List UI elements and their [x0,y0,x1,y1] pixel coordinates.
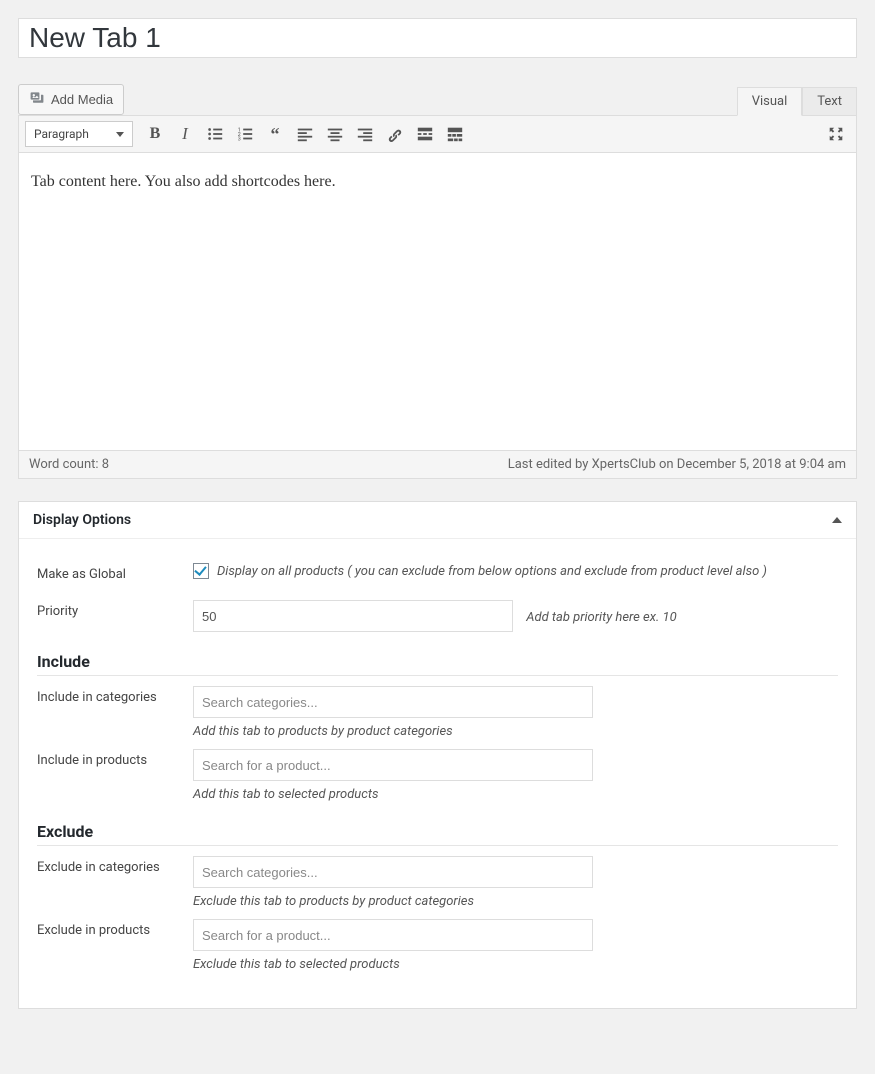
add-media-button[interactable]: Add Media [18,84,124,115]
editor-toolbar: Paragraph B I 123 “ [18,115,857,153]
exclude-categories-label: Exclude in categories [37,856,193,875]
editor-footer: Word count: 8 Last edited by XpertsClub … [18,451,857,479]
priority-hint: Add tab priority here ex. 10 [526,610,676,625]
format-select-label: Paragraph [34,127,89,141]
blockquote-icon[interactable]: “ [261,120,289,148]
align-left-icon[interactable] [291,120,319,148]
tab-title-input[interactable] [18,18,857,58]
tab-visual[interactable]: Visual [737,87,803,116]
include-categories-label: Include in categories [37,686,193,705]
exclude-categories-input[interactable] [193,856,593,888]
exclude-categories-hint: Exclude this tab to products by product … [193,894,838,909]
include-section-title: Include [37,652,838,676]
include-categories-input[interactable] [193,686,593,718]
include-products-label: Include in products [37,749,193,768]
exclude-products-hint: Exclude this tab to selected products [193,957,838,972]
exclude-section-title: Exclude [37,822,838,846]
word-count: Word count: 8 [29,457,109,472]
align-center-icon[interactable] [321,120,349,148]
priority-input[interactable] [193,600,513,632]
priority-label: Priority [37,600,193,619]
last-edited: Last edited by XpertsClub on December 5,… [508,457,846,472]
italic-icon[interactable]: I [171,120,199,148]
toolbar-toggle-icon[interactable] [441,120,469,148]
read-more-icon[interactable] [411,120,439,148]
format-select[interactable]: Paragraph [25,121,133,147]
svg-text:3: 3 [238,136,241,142]
fullscreen-icon[interactable] [822,120,850,148]
add-media-label: Add Media [51,92,113,107]
align-right-icon[interactable] [351,120,379,148]
display-options-panel: Display Options Make as Global Display o… [18,501,857,1009]
global-checkbox[interactable] [193,563,209,579]
chevron-down-icon [116,132,124,137]
numbered-list-icon[interactable]: 123 [231,120,259,148]
bold-icon[interactable]: B [141,120,169,148]
include-categories-hint: Add this tab to products by product cate… [193,724,838,739]
collapse-icon [832,517,842,523]
media-icon [29,90,45,109]
editor-mode-tabs: Visual Text [737,86,857,115]
global-hint: Display on all products ( you can exclud… [217,564,767,579]
panel-toggle[interactable]: Display Options [19,502,856,539]
include-products-input[interactable] [193,749,593,781]
exclude-products-input[interactable] [193,919,593,951]
exclude-products-label: Exclude in products [37,919,193,938]
tab-text[interactable]: Text [802,87,857,116]
global-label: Make as Global [37,563,193,582]
bullet-list-icon[interactable] [201,120,229,148]
editor-content-area[interactable]: Tab content here. You also add shortcode… [18,153,857,451]
link-icon[interactable] [381,120,409,148]
include-products-hint: Add this tab to selected products [193,787,838,802]
panel-title: Display Options [33,512,131,528]
